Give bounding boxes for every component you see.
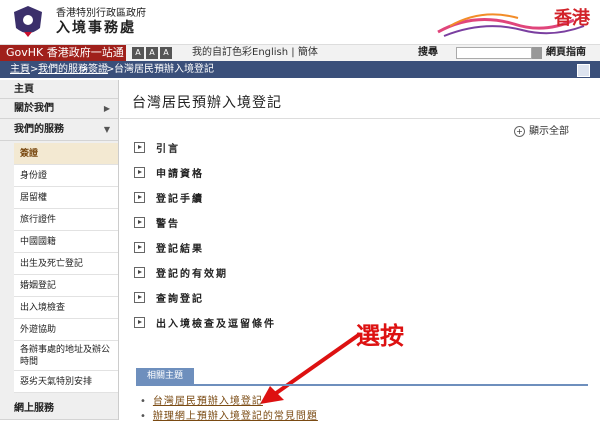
expand-arrow-icon	[134, 317, 145, 328]
show-all-button[interactable]: + 顯示全部	[514, 122, 569, 137]
language-links[interactable]: English | 簡体	[252, 45, 318, 61]
site-header: 香港特別行政區政府 入境事務處 香港	[0, 0, 600, 44]
search-go-icon[interactable]	[532, 47, 542, 59]
sidebar-sub-marriage-registration[interactable]: 婚姻登記	[14, 275, 118, 297]
search-input[interactable]	[456, 47, 532, 59]
section-eligibility[interactable]: 申請資格	[134, 165, 574, 185]
sidebar: 主頁 關於我們 ▶ 我們的服務 ▼ 簽證 身份證 居留權 旅行證件 中國國籍 出…	[0, 80, 119, 420]
department-name-line1: 香港特別行政區政府	[56, 8, 146, 19]
sidebar-item-our-services[interactable]: 我們的服務 ▼	[0, 119, 118, 141]
expand-arrow-icon	[134, 242, 145, 253]
sidebar-sub-visas[interactable]: 簽證	[14, 143, 118, 165]
font-large-button[interactable]: A	[160, 47, 172, 59]
section-registration-procedure[interactable]: 登記手續	[134, 190, 574, 210]
breadcrumb-visas[interactable]: 簽證	[88, 61, 108, 78]
section-registration-result[interactable]: 登記結果	[134, 240, 574, 260]
expand-arrow-icon	[134, 292, 145, 303]
section-enquiry[interactable]: 查詢登記	[134, 290, 574, 310]
sidebar-item-about-us[interactable]: 關於我們 ▶	[0, 99, 118, 119]
search-label: 搜尋	[418, 47, 438, 58]
my-colors-link[interactable]: 我的自訂色彩	[192, 45, 252, 61]
expand-arrow-icon	[134, 192, 145, 203]
sidebar-sub-travel-documents[interactable]: 旅行證件	[14, 209, 118, 231]
expand-arrow-icon	[134, 217, 145, 228]
font-small-button[interactable]: A	[132, 47, 144, 59]
annotation-arrow-icon	[260, 332, 362, 404]
govhk-link[interactable]: GovHK 香港政府一站通	[0, 45, 126, 61]
sidebar-item-home[interactable]: 主頁	[0, 80, 118, 99]
top-utility-bar: GovHK 香港政府一站通 A A A 我的自訂色彩 English | 簡体 …	[0, 44, 600, 62]
site-guide-link[interactable]: 網頁指南	[546, 45, 586, 61]
section-warning[interactable]: 警告	[134, 215, 574, 235]
chevron-down-icon: ▼	[103, 125, 110, 134]
font-medium-button[interactable]: A	[146, 47, 158, 59]
related-link-registration[interactable]: • 台灣居民預辦入境登記	[140, 392, 263, 407]
page-title: 台灣居民預辦入境登記	[132, 95, 282, 111]
breadcrumb: 主頁 > 我們的服務 > 簽證 > 台灣居民預辦入境登記	[0, 61, 600, 78]
sidebar-sub-bad-weather[interactable]: 惡劣天氣特別安排	[14, 371, 118, 393]
divider	[120, 118, 600, 119]
plus-circle-icon: +	[514, 126, 525, 137]
font-size-buttons: A A A	[132, 47, 172, 59]
sidebar-sub-right-of-abode[interactable]: 居留權	[14, 187, 118, 209]
section-introduction[interactable]: 引言	[134, 140, 574, 160]
sidebar-sub-office-addresses[interactable]: 各辦事處的地址及辦公時間	[14, 341, 118, 371]
sidebar-sub-chinese-nationality[interactable]: 中國國籍	[14, 231, 118, 253]
expand-arrow-icon	[134, 142, 145, 153]
sidebar-sub-identity-card[interactable]: 身份證	[14, 165, 118, 187]
print-icon[interactable]	[577, 64, 590, 77]
breadcrumb-current: 台灣居民預辦入境登記	[114, 64, 214, 75]
brand-text: 香港	[554, 8, 590, 29]
chevron-right-icon: ▶	[103, 104, 110, 113]
expand-arrow-icon	[134, 167, 145, 178]
immigration-logo[interactable]	[8, 4, 48, 40]
sidebar-sub-assistance-abroad[interactable]: 外遊協助	[14, 319, 118, 341]
tab-related-topics[interactable]: 相關主題	[136, 368, 194, 384]
sidebar-sub-birth-death-registration[interactable]: 出生及死亡登記	[14, 253, 118, 275]
department-name-line2: 入境事務處	[56, 20, 136, 36]
breadcrumb-home[interactable]: 主頁	[10, 61, 30, 78]
sidebar-item-online-services[interactable]: 網上服務	[0, 397, 118, 420]
expand-arrow-icon	[134, 267, 145, 278]
section-validity[interactable]: 登記的有效期	[134, 265, 574, 285]
divider	[136, 384, 588, 386]
sidebar-sub-immigration-control[interactable]: 出入境檢查	[14, 297, 118, 319]
